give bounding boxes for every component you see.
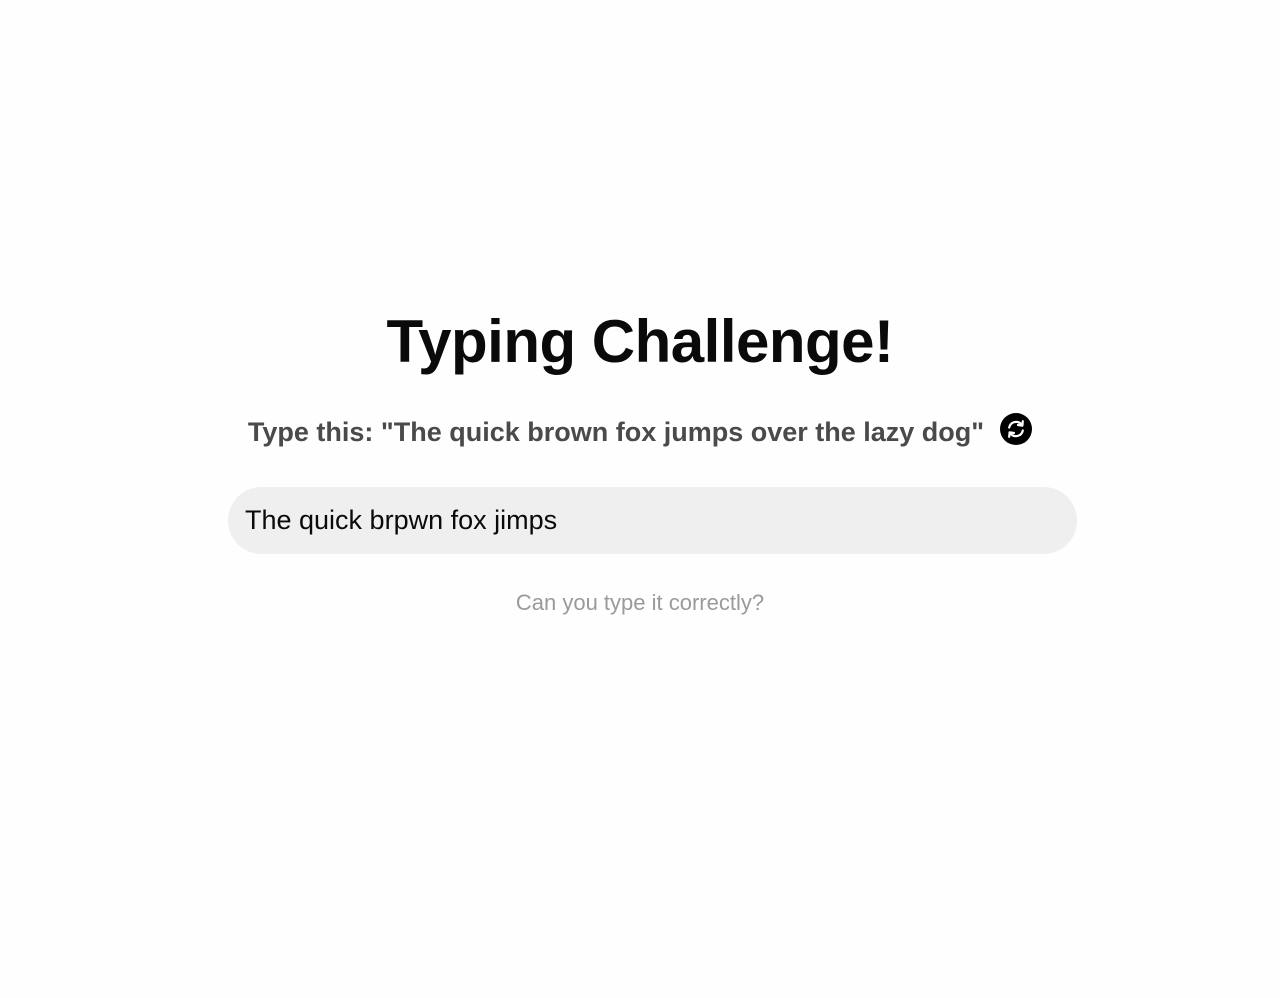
typing-input-container (228, 487, 1077, 554)
page-title: Typing Challenge! (386, 308, 894, 375)
typing-input[interactable] (245, 500, 1060, 541)
refresh-icon (1008, 420, 1024, 438)
typing-challenge-page: Typing Challenge! Type this: "The quick … (0, 0, 1280, 998)
refresh-button[interactable] (1000, 413, 1033, 445)
prompt-text: Type this: "The quick brown fox jumps ov… (247, 417, 985, 447)
prompt-row: Type this: "The quick brown fox jumps ov… (0, 410, 1280, 454)
hint-text: Can you type it correctly? (515, 590, 765, 615)
